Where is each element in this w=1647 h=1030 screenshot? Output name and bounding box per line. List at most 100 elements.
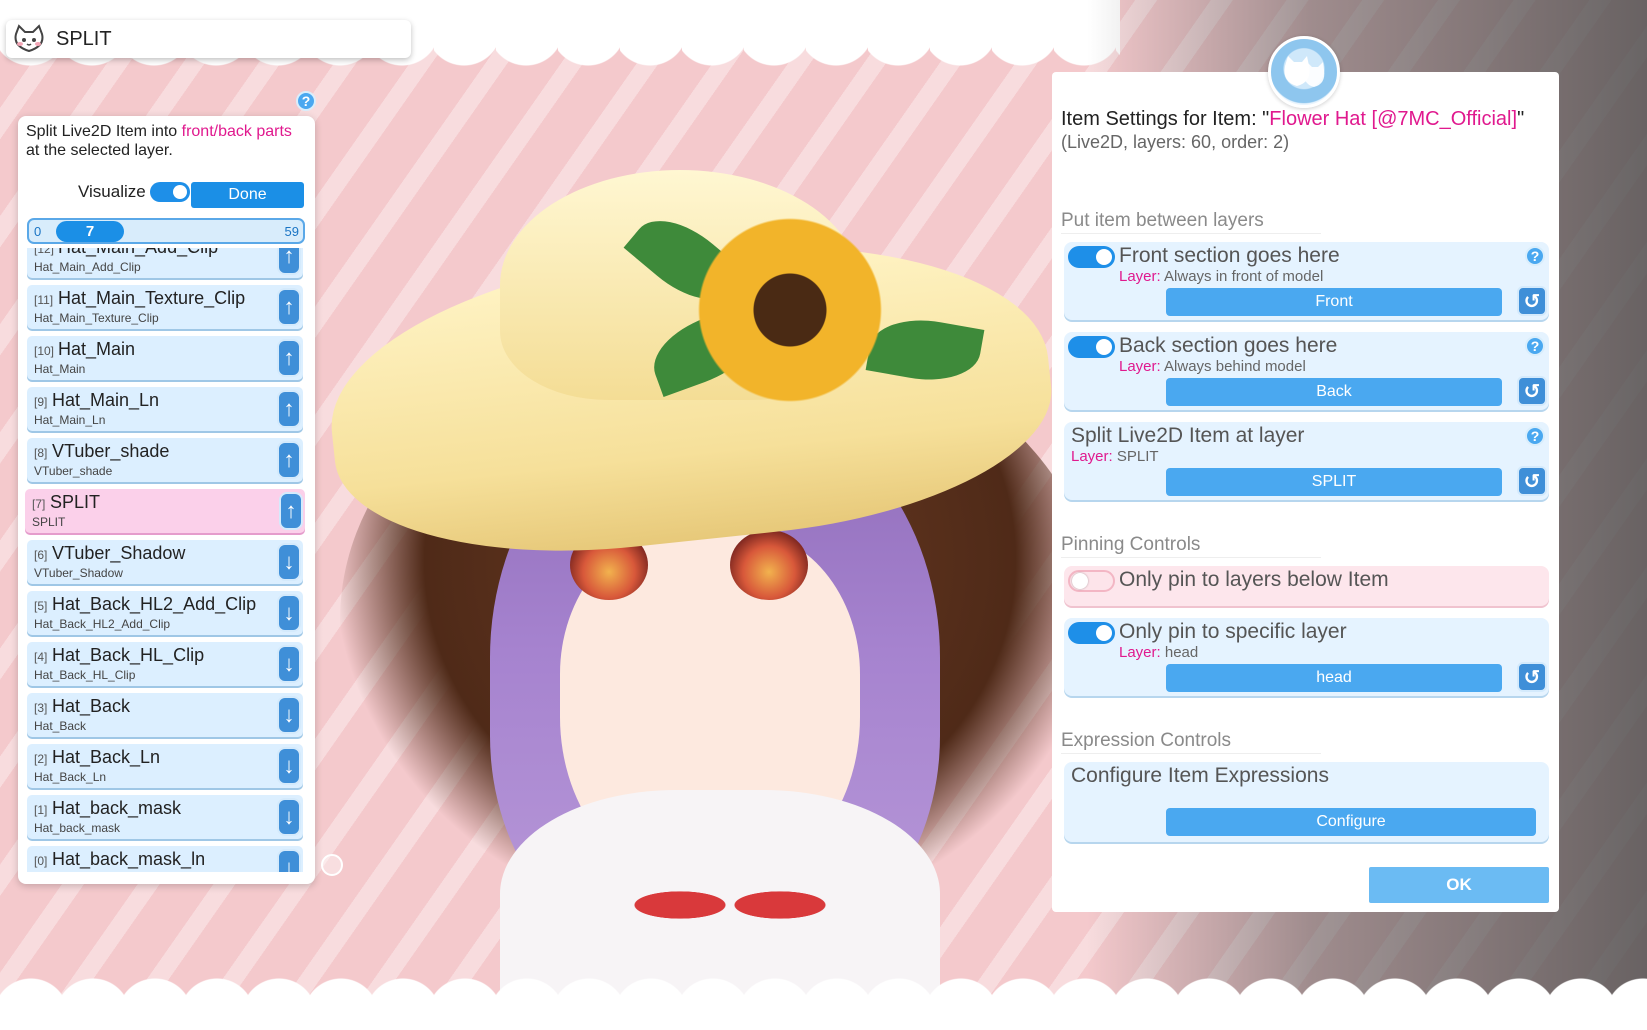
layer-name: Hat_Back_HL2_Add_Clip (52, 594, 257, 614)
character-eye-right (730, 530, 808, 600)
layer-index: [0] (34, 854, 48, 868)
layer-id: Hat_Main_Add_Clip (34, 260, 141, 274)
layer-id: Hat_Back_Ln (34, 770, 107, 784)
slider-thumb[interactable]: 7 (56, 221, 124, 242)
arrow-up-icon[interactable]: ↑ (277, 390, 301, 428)
hat-sunflower (690, 210, 890, 410)
front-section-layer: Layer: Always in front of model (1119, 268, 1323, 285)
back-layer-value: Always behind model (1164, 358, 1306, 375)
window-title: SPLIT (56, 27, 112, 50)
layer-index: [10] (34, 344, 55, 358)
layer-row[interactable]: [0]Hat_back_mask_lnHat_back_mask_ln↓ (27, 846, 303, 872)
layer-name: Hat_Back_HL_Clip (52, 645, 205, 665)
arrow-down-icon[interactable]: ↓ (277, 645, 301, 683)
layer-index: [8] (34, 446, 48, 460)
layer-row[interactable]: [2] Hat_Back_Ln Hat_Back_Ln ↓ (27, 744, 303, 788)
layer-row[interactable]: [3] Hat_Back Hat_Back ↓ (27, 693, 303, 737)
arrow-down-icon[interactable]: ↓ (277, 696, 301, 734)
front-section-toggle[interactable] (1068, 246, 1115, 268)
layer-index: [7] (32, 497, 46, 511)
split-layer-key: Layer: (1071, 448, 1113, 465)
help-icon[interactable]: ? (1525, 336, 1545, 356)
layer-name: Hat_Back_Ln (52, 747, 161, 767)
layer-id: SPLIT (32, 515, 66, 529)
back-section-layer: Layer: Always behind model (1119, 358, 1306, 375)
split-panel: Split Live2D Item into front/back parts … (18, 116, 315, 884)
visualize-toggle[interactable] (149, 182, 190, 202)
layer-list[interactable]: [12]Hat_Main_Add_ClipHat_Main_Add_Clip↑[… (25, 248, 310, 872)
layer-name: Hat_Main_Texture_Clip (58, 288, 246, 308)
layer-index: [5] (34, 599, 48, 613)
arrow-up-icon[interactable]: ↑ (277, 288, 301, 326)
split-layer-card: Split Live2D Item at layer Layer: SPLIT … (1064, 422, 1549, 500)
back-button[interactable]: Back (1166, 378, 1502, 406)
layer-row[interactable]: [10] Hat_Main Hat_Main ↑ (27, 336, 303, 380)
pin-specific-toggle[interactable] (1068, 622, 1115, 644)
reset-icon[interactable]: ↺ (1517, 662, 1547, 692)
character-illustration (316, 170, 1110, 1030)
window-titlebar: SPLIT (6, 20, 411, 58)
layer-row[interactable]: [11] Hat_Main_Texture_Clip Hat_Main_Textur… (27, 285, 303, 329)
ok-button[interactable]: OK (1369, 867, 1549, 903)
section-pinning: Pinning Controls (1061, 534, 1321, 558)
scallop-border-bottom (0, 970, 1647, 1030)
scroll-handle[interactable] (321, 854, 343, 876)
back-section-toggle[interactable] (1068, 336, 1115, 358)
layer-name: Hat_Main_Add_Clip (58, 248, 218, 258)
arrow-up-icon[interactable]: ↑ (277, 339, 301, 377)
layer-index: [1] (34, 803, 48, 817)
layer-name: Hat_Back (52, 696, 131, 716)
arrow-up-icon[interactable]: ↑ (277, 248, 301, 275)
layer-row[interactable]: [4] Hat_Back_HL_Clip Hat_Back_HL_Clip ↓ (27, 642, 303, 686)
front-button[interactable]: Front (1166, 288, 1502, 316)
layer-id: Hat_Main_Ln (34, 413, 106, 427)
help-icon[interactable]: ? (1525, 426, 1545, 446)
layer-index: [2] (34, 752, 48, 766)
layer-row[interactable]: [9] Hat_Main_Ln Hat_Main_Ln ↑ (27, 387, 303, 431)
layer-name: Hat_back_mask (52, 798, 182, 818)
done-button[interactable]: Done (191, 182, 304, 208)
layer-name: Hat_back_mask_ln (52, 849, 206, 869)
layer-id: VTuber_Shadow (34, 566, 123, 580)
layer-row[interactable]: [8] VTuber_shade VTuber_shade ↑ (27, 438, 303, 482)
help-icon[interactable]: ? (1525, 246, 1545, 266)
layer-index: [9] (34, 395, 48, 409)
split-layer-label: Split Live2D Item at layer (1071, 424, 1305, 447)
split-description-suffix: at the selected layer. (26, 142, 173, 159)
layer-row[interactable]: [5] Hat_Back_HL2_Add_Clip Hat_Back_HL2_Add… (27, 591, 303, 635)
layer-row[interactable]: [6] VTuber_Shadow VTuber_Shadow ↓ (27, 540, 303, 584)
arrow-down-icon[interactable]: ↓ (277, 747, 301, 785)
item-settings-title-suffix: " (1517, 108, 1525, 130)
front-layer-value: Always in front of model (1164, 268, 1324, 285)
layer-name: SPLIT (50, 492, 101, 512)
pin-layer-value: head (1164, 644, 1199, 661)
expressions-label: Configure Item Expressions (1071, 764, 1329, 787)
cat-avatar-icon (1268, 36, 1340, 108)
configure-button[interactable]: Configure (1166, 808, 1536, 836)
reset-icon[interactable]: ↺ (1517, 376, 1547, 406)
reset-icon[interactable]: ↺ (1517, 286, 1547, 316)
front-layer-key: Layer: (1119, 268, 1161, 285)
arrow-down-icon[interactable]: ↓ (277, 594, 301, 632)
layer-name: VTuber_Shadow (52, 543, 186, 563)
cat-face-icon (12, 24, 46, 54)
arrow-down-icon[interactable]: ↓ (277, 849, 301, 872)
split-button[interactable]: SPLIT (1166, 468, 1502, 496)
layer-row-selected[interactable]: [7] SPLIT SPLIT ↑ (25, 489, 305, 533)
layer-row[interactable]: [1] Hat_back_mask Hat_back_mask ↓ (27, 795, 303, 839)
layer-list-content: [12]Hat_Main_Add_ClipHat_Main_Add_Clip↑[… (25, 248, 310, 872)
character-bow (630, 860, 830, 950)
pin-below-toggle[interactable] (1068, 570, 1115, 592)
arrow-up-icon[interactable]: ↑ (279, 492, 303, 530)
arrow-down-icon[interactable]: ↓ (277, 543, 301, 581)
layer-row[interactable]: [12]Hat_Main_Add_ClipHat_Main_Add_Clip↑ (27, 248, 303, 278)
pin-layer-button[interactable]: head (1166, 664, 1502, 692)
layer-id: Hat_Back_HL2_Add_Clip (34, 617, 171, 631)
arrow-up-icon[interactable]: ↑ (277, 441, 301, 479)
layer-id: Hat_Back (34, 719, 87, 733)
layer-slider[interactable]: 0 7 59 (27, 218, 305, 244)
help-icon[interactable]: ? (296, 91, 316, 111)
reset-icon[interactable]: ↺ (1517, 466, 1547, 496)
arrow-down-icon[interactable]: ↓ (277, 798, 301, 836)
layer-id: Hat_back_mask (34, 821, 121, 835)
